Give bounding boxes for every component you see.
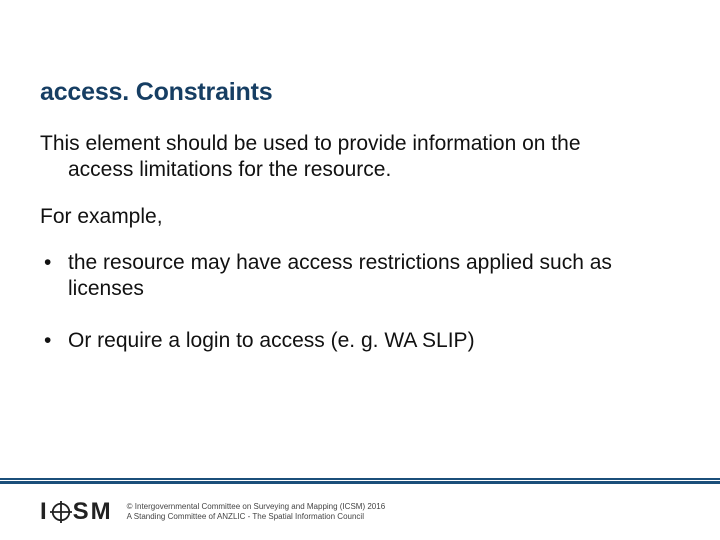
logo-letters-sm: SM xyxy=(73,498,113,526)
logo-text: I SM xyxy=(40,498,113,526)
compass-icon xyxy=(50,501,72,523)
slide-title: access. Constraints xyxy=(40,78,680,107)
footer-caption-line-2: A Standing Committee of ANZLIC - The Spa… xyxy=(127,512,385,522)
intro-line-2: access limitations for the resource. xyxy=(40,157,680,183)
list-item: the resource may have access restriction… xyxy=(40,250,680,303)
footer-caption-line-1: © Intergovernmental Committee on Surveyi… xyxy=(127,502,385,512)
bullet-list: the resource may have access restriction… xyxy=(40,250,680,355)
logo-letter-i: I xyxy=(40,498,49,526)
example-label: For example, xyxy=(40,204,680,230)
intro-paragraph: This element should be used to provide i… xyxy=(40,131,680,184)
list-item: Or require a login to access (e. g. WA S… xyxy=(40,328,680,354)
slide-body: This element should be used to provide i… xyxy=(40,131,680,355)
slide: access. Constraints This element should … xyxy=(0,0,720,540)
slide-content: access. Constraints This element should … xyxy=(40,78,680,381)
intro-line-1: This element should be used to provide i… xyxy=(40,132,581,155)
footer-caption: © Intergovernmental Committee on Surveyi… xyxy=(127,502,385,522)
icsm-logo: I SM xyxy=(40,498,113,526)
footer: I SM © Intergovernmental Committee on Su… xyxy=(0,484,720,540)
